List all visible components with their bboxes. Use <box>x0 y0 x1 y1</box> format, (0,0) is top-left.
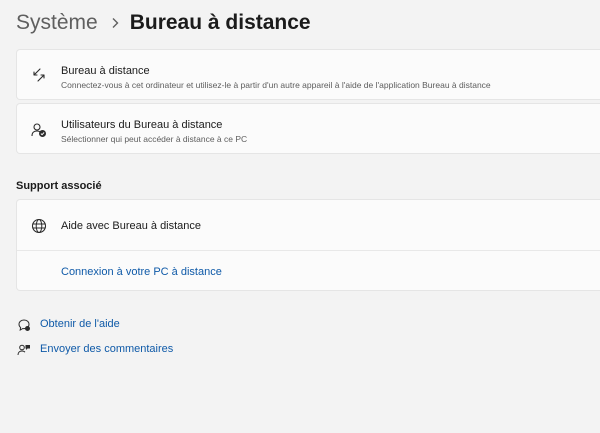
remote-desktop-setting-card[interactable]: Bureau à distance Connectez-vous à cet o… <box>16 49 600 100</box>
help-icon <box>16 317 32 333</box>
help-remote-desktop-row[interactable]: Aide avec Bureau à distance <box>17 200 600 250</box>
remote-desktop-description: Connectez-vous à cet ordinateur et utili… <box>61 80 491 90</box>
divider <box>17 250 600 251</box>
globe-icon <box>29 216 49 236</box>
get-help-link[interactable]: Obtenir de l'aide <box>40 318 120 330</box>
remote-desktop-row[interactable]: Bureau à distance Connectez-vous à cet o… <box>17 50 600 101</box>
users-icon <box>29 120 49 140</box>
breadcrumb-parent-systeme[interactable]: Système <box>16 11 98 35</box>
remote-desktop-icon <box>29 65 49 85</box>
remote-users-setting-card[interactable]: Utilisateurs du Bureau à distance Sélect… <box>16 103 600 154</box>
page-title: Bureau à distance <box>129 11 311 34</box>
remote-users-description: Sélectionner qui peut accéder à distance… <box>61 134 248 144</box>
remote-users-title: Utilisateurs du Bureau à distance <box>61 119 223 131</box>
connect-remote-pc-link[interactable]: Connexion à votre PC à distance <box>61 266 222 278</box>
help-remote-desktop-title: Aide avec Bureau à distance <box>61 220 202 232</box>
send-feedback-link[interactable]: Envoyer des commentaires <box>40 343 173 355</box>
section-title-support: Support associé <box>16 180 102 192</box>
feedback-icon <box>16 342 32 358</box>
support-card: Aide avec Bureau à distance Connexion à … <box>16 199 600 291</box>
remote-users-row[interactable]: Utilisateurs du Bureau à distance Sélect… <box>17 104 600 155</box>
breadcrumb: Système Bureau à distance <box>16 8 311 38</box>
settings-page: Système Bureau à distance Bureau à dista… <box>0 0 600 433</box>
chevron-right-icon <box>110 17 120 29</box>
remote-desktop-title: Bureau à distance <box>61 65 150 77</box>
